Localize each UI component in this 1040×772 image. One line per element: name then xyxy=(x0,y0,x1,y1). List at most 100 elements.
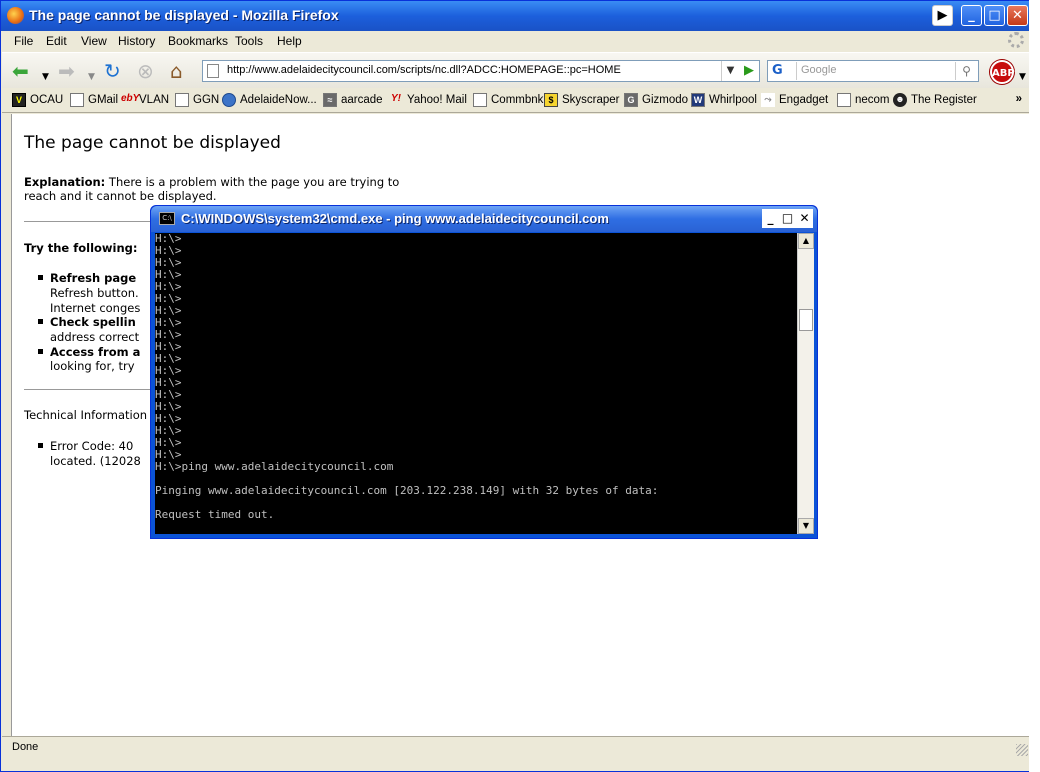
skyscraper-icon: $ xyxy=(544,93,558,107)
scroll-down-icon[interactable]: ▼ xyxy=(798,518,814,534)
console-text: H:\> H:\> H:\> H:\> H:\> H:\> H:\> H:\> … xyxy=(155,233,659,521)
arrow-right-icon[interactable]: ▶ xyxy=(932,5,953,26)
bookmark-engadget[interactable]: ⤳ Engadget xyxy=(761,93,828,107)
stop-button[interactable]: ⊗ xyxy=(137,59,154,83)
menu-history[interactable]: History xyxy=(118,34,155,48)
home-button[interactable]: ⌂ xyxy=(170,59,183,83)
explanation: Explanation: There is a problem with the… xyxy=(24,175,414,203)
console-scrollbar[interactable]: ▲ ▼ xyxy=(797,233,814,534)
menu-bookmarks[interactable]: Bookmarks xyxy=(168,34,228,48)
cmd-window: C:\ C:\WINDOWS\system32\cmd.exe - ping w… xyxy=(150,205,818,539)
url-dropdown-icon[interactable]: ▼ xyxy=(721,61,739,81)
maximize-button[interactable]: □ xyxy=(984,5,1005,26)
url-text[interactable]: http://www.adelaidecitycouncil.com/scrip… xyxy=(227,64,621,76)
register-icon: ☻ xyxy=(893,93,907,107)
list-item-bold: Access from a xyxy=(50,345,141,359)
adblock-plus-button[interactable]: ABP xyxy=(990,60,1015,84)
bookmark-label: Yahoo! Mail xyxy=(407,94,467,106)
bookmark-the-register[interactable]: ☻ The Register xyxy=(893,93,977,107)
firefox-title-bar[interactable]: The page cannot be displayed - Mozilla F… xyxy=(1,1,1032,31)
bookmark-skyscraper[interactable]: $ Skyscraper xyxy=(544,93,620,107)
cmd-close-button[interactable]: ✕ xyxy=(796,209,813,228)
bookmark-label: AdelaideNow... xyxy=(240,94,317,106)
arcade-icon: ≈ xyxy=(323,93,337,107)
page-title: The page cannot be displayed xyxy=(24,133,281,153)
status-bar: Done xyxy=(2,736,1030,758)
globe-icon xyxy=(222,93,236,107)
list-item-access-from[interactable]: Access from a xyxy=(37,345,141,360)
bookmark-label: aarcade xyxy=(341,94,383,106)
bookmark-label: Whirlpool xyxy=(709,94,757,106)
bookmark-adelaidenow[interactable]: AdelaideNow... xyxy=(222,93,317,107)
navigation-toolbar: ⬅ ▼ ➡ ▼ ↻ ⊗ ⌂ http://www.adelaidecitycou… xyxy=(2,52,1030,88)
page-icon xyxy=(207,64,219,78)
minimize-button[interactable]: _ xyxy=(961,5,982,26)
list-item-bold: Refresh page xyxy=(50,271,137,285)
cmd-maximize-button[interactable]: □ xyxy=(779,209,796,228)
gizmodo-icon: G xyxy=(624,93,638,107)
bookmark-aarcade[interactable]: ≈ aarcade xyxy=(323,93,383,107)
firefox-icon xyxy=(7,7,24,24)
bookmark-ggn[interactable]: GGN xyxy=(175,93,219,107)
menu-file[interactable]: File xyxy=(14,34,33,48)
bookmark-label: GMail xyxy=(88,94,119,106)
bookmark-vlan[interactable]: ebY VLAN xyxy=(121,93,169,107)
yahoo-icon: Y! xyxy=(391,93,401,104)
menu-bar: File Edit View History Bookmarks Tools H… xyxy=(2,31,1030,51)
rss-icon: ⤳ xyxy=(761,93,775,107)
search-icon[interactable]: ⚲ xyxy=(955,62,977,80)
bookmark-label: GGN xyxy=(193,94,220,106)
scroll-up-icon[interactable]: ▲ xyxy=(798,233,814,249)
console-output[interactable]: H:\> H:\> H:\> H:\> H:\> H:\> H:\> H:\> … xyxy=(155,233,797,534)
menu-edit[interactable]: Edit xyxy=(46,34,67,48)
scroll-thumb[interactable] xyxy=(799,309,813,331)
forward-history-dropdown-icon[interactable]: ▼ xyxy=(88,65,95,89)
list-item-text: address correct xyxy=(50,330,140,344)
cmd-minimize-button[interactable]: _ xyxy=(762,209,779,228)
list-item-text: looking for, try xyxy=(50,359,135,373)
close-button[interactable]: ✕ xyxy=(1007,5,1028,26)
bookmark-label: The Register xyxy=(911,94,977,106)
list-item-refresh[interactable]: Refresh page xyxy=(37,271,137,286)
go-button[interactable]: ▶ xyxy=(739,61,759,81)
url-bar[interactable]: http://www.adelaidecitycouncil.com/scrip… xyxy=(202,60,760,82)
page-icon xyxy=(837,93,851,107)
try-heading: Try the following: xyxy=(24,241,138,255)
divider xyxy=(24,389,154,391)
bookmark-whirlpool[interactable]: W Whirlpool xyxy=(691,93,757,107)
menu-view[interactable]: View xyxy=(81,34,107,48)
throbber-icon xyxy=(1008,32,1024,48)
bookmark-gmail[interactable]: GMail xyxy=(70,93,118,107)
bookmark-label: necom xyxy=(855,94,890,106)
bookmark-ocau[interactable]: V OCAU xyxy=(12,93,63,107)
forward-button[interactable]: ➡ xyxy=(58,59,75,83)
bookmark-commbnk[interactable]: Commbnk xyxy=(473,93,543,107)
back-button[interactable]: ⬅ xyxy=(12,59,29,83)
adblock-dropdown-icon[interactable]: ▼ xyxy=(1019,65,1026,89)
status-text: Done xyxy=(12,741,39,753)
ebay-icon: ebY xyxy=(121,93,140,104)
resize-grip-icon[interactable] xyxy=(1016,744,1028,756)
bookmark-yahoo-mail[interactable]: Y! Yahoo! Mail xyxy=(389,93,467,107)
search-box[interactable]: G Google ⚲ xyxy=(767,60,979,82)
bookmark-necom[interactable]: necom xyxy=(837,93,890,107)
reload-button[interactable]: ↻ xyxy=(104,59,121,83)
menu-tools[interactable]: Tools xyxy=(235,34,263,48)
page-icon xyxy=(70,93,84,107)
search-input[interactable]: Google xyxy=(801,64,836,76)
cmd-title-bar[interactable]: C:\ C:\WINDOWS\system32\cmd.exe - ping w… xyxy=(151,206,817,232)
page-icon xyxy=(175,93,189,107)
bookmark-label: Engadget xyxy=(779,94,829,106)
bookmark-label: Skyscraper xyxy=(562,94,620,106)
bookmark-label: VLAN xyxy=(139,94,170,106)
desktop-edge xyxy=(1029,0,1040,772)
search-engine-icon[interactable]: G xyxy=(769,62,797,80)
list-item-bold: Check spellin xyxy=(50,315,136,329)
list-item-check-spelling[interactable]: Check spellin xyxy=(38,315,136,330)
menu-help[interactable]: Help xyxy=(277,34,302,48)
bookmarks-overflow-chevron-icon[interactable]: » xyxy=(1016,93,1022,105)
list-item-text: Refresh button. xyxy=(50,286,139,300)
bookmark-gizmodo[interactable]: G Gizmodo xyxy=(624,93,688,107)
back-history-dropdown-icon[interactable]: ▼ xyxy=(42,65,49,89)
bookmark-label: Gizmodo xyxy=(642,94,689,106)
